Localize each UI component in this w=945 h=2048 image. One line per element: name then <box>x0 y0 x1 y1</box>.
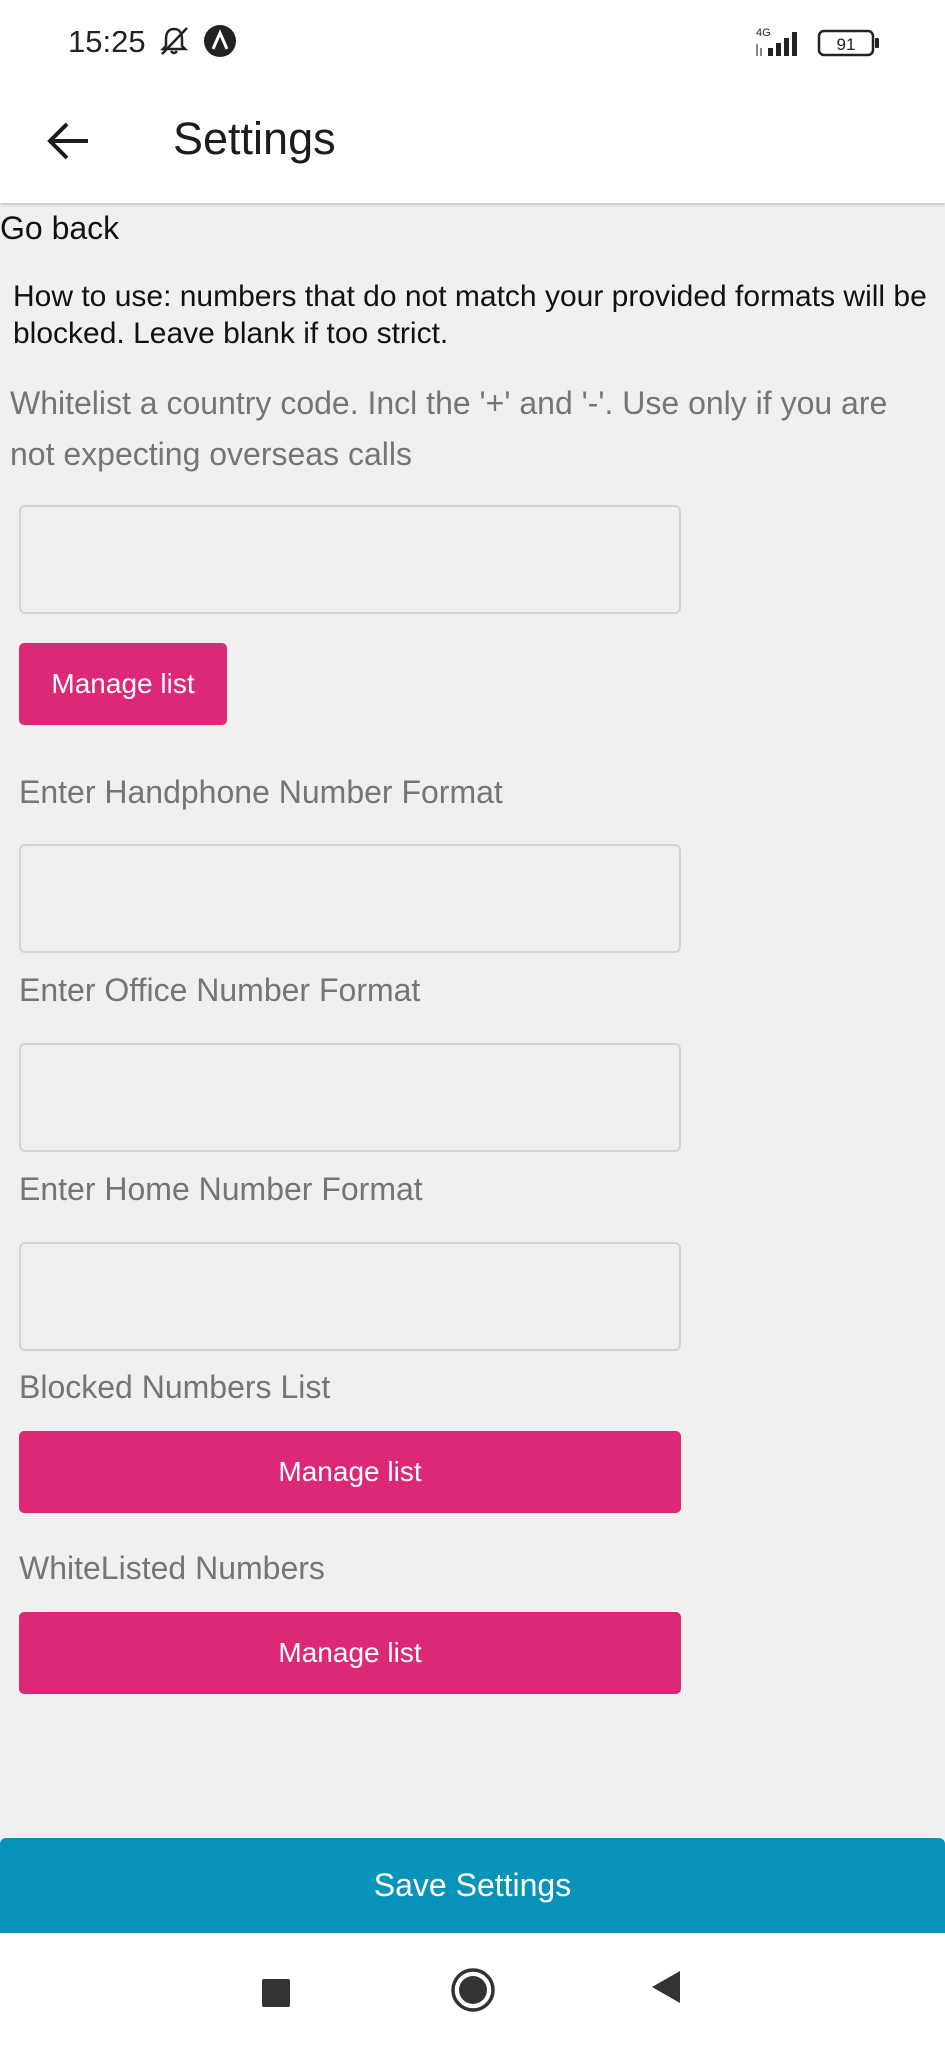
page-title: Settings <box>173 113 336 164</box>
go-back-link[interactable]: Go back <box>0 210 119 247</box>
manage-country-list-button[interactable]: Manage list <box>19 643 227 725</box>
office-format-input[interactable] <box>19 1043 681 1152</box>
how-to-text: How to use: numbers that do not match yo… <box>13 280 927 350</box>
svg-text:4G: 4G <box>756 27 771 39</box>
app-header: Settings <box>0 86 945 203</box>
whitelisted-numbers-label: WhiteListed Numbers <box>19 1550 325 1586</box>
handphone-format-input[interactable] <box>19 844 681 953</box>
battery-icon: 91 <box>817 28 881 63</box>
a-circle-icon <box>203 24 237 63</box>
handphone-format-label: Enter Handphone Number Format <box>19 774 503 810</box>
status-bar: 15:25 4G 91 <box>0 0 945 86</box>
country-code-input[interactable] <box>19 505 681 614</box>
manage-whitelist-button[interactable]: Manage list <box>19 1612 681 1694</box>
system-nav-bar <box>0 1933 945 2048</box>
office-format-label: Enter Office Number Format <box>19 972 421 1008</box>
blocked-numbers-label: Blocked Numbers List <box>19 1369 331 1405</box>
status-time: 15:25 <box>68 24 146 59</box>
back-arrow-icon[interactable] <box>44 116 94 166</box>
save-settings-button[interactable]: Save Settings <box>0 1838 945 1933</box>
whitelist-country-label: Whitelist a country code. Incl the '+' a… <box>10 385 888 472</box>
home-format-input[interactable] <box>19 1242 681 1351</box>
svg-text:91: 91 <box>837 35 856 54</box>
manage-blocked-list-button[interactable]: Manage list <box>19 1431 681 1513</box>
home-circle-icon[interactable] <box>450 1967 496 2018</box>
recents-square-icon[interactable] <box>262 1979 290 2007</box>
bell-off-icon <box>157 24 191 63</box>
home-format-label: Enter Home Number Format <box>19 1171 423 1207</box>
nav-back-triangle-icon[interactable] <box>648 1967 682 2012</box>
signal-icon: 4G <box>752 26 808 63</box>
